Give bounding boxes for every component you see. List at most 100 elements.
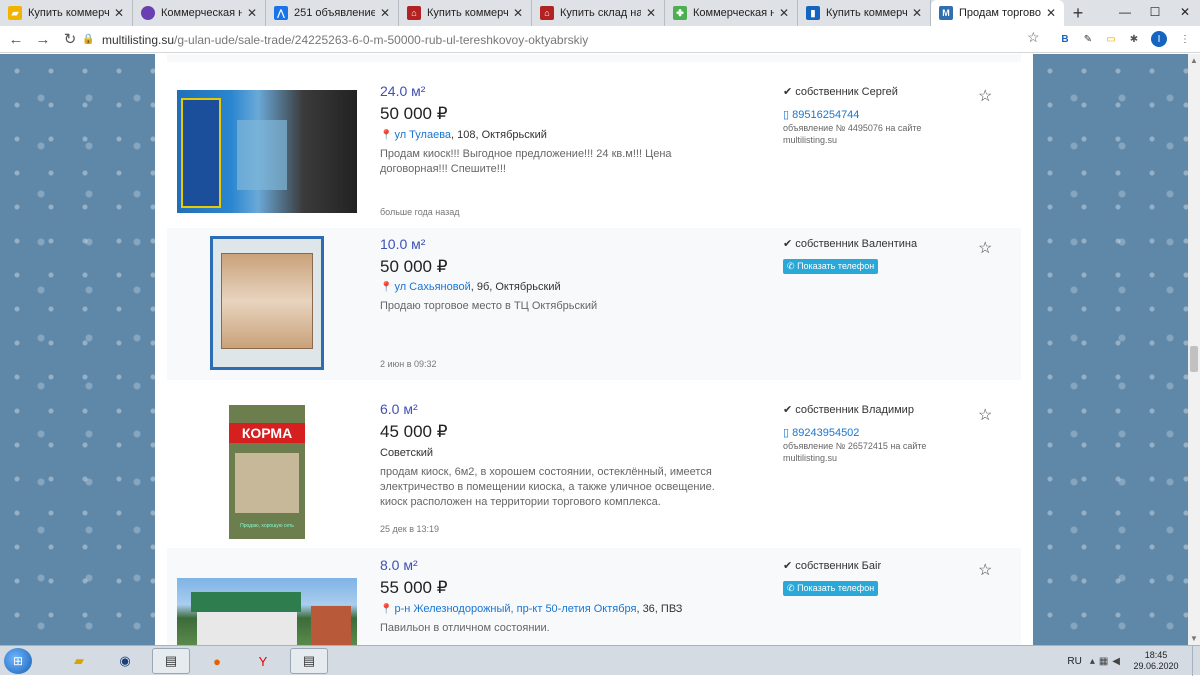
- listing-area[interactable]: 8.0 м²: [380, 557, 418, 573]
- extensions-puzzle-icon[interactable]: ✱: [1125, 30, 1143, 48]
- new-tab-button[interactable]: +: [1064, 0, 1092, 26]
- tab-6[interactable]: ▮ Купить коммерческ✕: [798, 0, 931, 26]
- listing-price: 50 000 ₽: [380, 257, 448, 276]
- close-icon[interactable]: ✕: [777, 6, 791, 20]
- folder-icon: ▰: [8, 6, 22, 20]
- extension-b-icon[interactable]: B: [1056, 30, 1074, 48]
- tab-7[interactable]: M Продам торговое п✕: [931, 0, 1064, 26]
- close-window-button[interactable]: ✕: [1170, 0, 1200, 24]
- listing-area[interactable]: 6.0 м²: [380, 401, 418, 417]
- close-icon[interactable]: ✕: [378, 6, 392, 20]
- street-link[interactable]: р-н Железнодорожный, пр-кт 50-летия Октя…: [394, 603, 636, 615]
- owner-label: ✔ собственник Валентина: [783, 237, 917, 250]
- show-phone-button[interactable]: ✆ Показать телефон: [783, 259, 879, 274]
- start-button[interactable]: ⊞: [4, 648, 32, 674]
- owner-label: ✔ собственник Сергей: [783, 85, 898, 98]
- listing-price: 45 000 ₽: [380, 422, 448, 441]
- tab-title: Купить коммерческ: [28, 7, 109, 19]
- listing-photo[interactable]: КОРМА Продаю, хорошую сеть: [229, 405, 305, 539]
- tab-1[interactable]: Коммерческая недв✕: [133, 0, 266, 26]
- tab-3[interactable]: ⌂ Купить коммерческ✕: [399, 0, 532, 26]
- window-app-icon[interactable]: ▤: [290, 648, 328, 674]
- web-page: 24.0 м² 50 000 ₽ 📍 ул Тулаева, 108, Октяб…: [0, 54, 1200, 645]
- forward-button[interactable]: →: [32, 28, 54, 50]
- tab-0[interactable]: ▰ Купить коммерческ✕: [0, 0, 133, 26]
- explorer-icon[interactable]: ▰: [60, 648, 98, 674]
- favorite-star-icon[interactable]: ☆: [978, 86, 992, 106]
- tab-4[interactable]: ⌂ Купить склад на ул✕: [532, 0, 665, 26]
- reload-button[interactable]: ↻: [59, 28, 81, 50]
- phone-number[interactable]: ▯ 89516254744: [783, 108, 859, 121]
- listing-area[interactable]: 24.0 м²: [380, 83, 425, 99]
- language-indicator[interactable]: RU: [1067, 656, 1081, 667]
- listing-address: 📍 ул Сахьяновой, 9б, Октябрьский: [380, 281, 561, 293]
- street-link[interactable]: ул Тулаева: [394, 129, 451, 141]
- firefox-icon[interactable]: ●: [198, 648, 236, 674]
- extension-pen-icon[interactable]: ✎: [1079, 30, 1097, 48]
- address-rest: , 9б, Октябрьский: [470, 281, 561, 293]
- bookmark-star-icon[interactable]: ☆: [1027, 29, 1040, 46]
- listing-photo[interactable]: [210, 236, 324, 370]
- clock[interactable]: 18:45 29.06.2020: [1124, 650, 1188, 672]
- street-link[interactable]: ул Сахьяновой: [394, 281, 470, 293]
- listing-description: продам киоск, 6м2, в хорошем состоянии, …: [380, 466, 715, 508]
- listing-card[interactable]: 24.0 м² 50 000 ₽ 📍 ул Тулаева, 108, Октяб…: [167, 74, 1021, 228]
- favorite-star-icon[interactable]: ☆: [978, 238, 992, 258]
- listing-area[interactable]: 10.0 м²: [380, 236, 425, 252]
- close-icon[interactable]: ✕: [112, 6, 126, 20]
- close-icon[interactable]: ✕: [910, 6, 924, 20]
- phone-text: 89516254744: [792, 109, 860, 121]
- close-icon[interactable]: ✕: [511, 6, 525, 20]
- address-rest: Советский: [380, 447, 434, 459]
- show-desktop-button[interactable]: [1192, 646, 1200, 676]
- close-icon[interactable]: ✕: [644, 6, 658, 20]
- close-icon[interactable]: ✕: [1044, 6, 1058, 20]
- network-icon[interactable]: ▦: [1099, 656, 1108, 667]
- yandex-browser-icon[interactable]: Y: [244, 648, 282, 674]
- favorite-star-icon[interactable]: ☆: [978, 560, 992, 580]
- close-icon[interactable]: ✕: [245, 6, 259, 20]
- listing-card[interactable]: КОРМА Продаю, хорошую сеть 6.0 м² 45 000…: [167, 397, 1021, 547]
- listing-address: Советский: [380, 447, 433, 459]
- minimize-button[interactable]: —: [1110, 0, 1140, 24]
- listing-card[interactable]: 8.0 м² 55 000 ₽ 📍 р-н Железнодорожный, пр…: [167, 548, 1021, 645]
- system-tray: RU ▴ ▦ ◀ 18:45 29.06.2020: [1067, 646, 1200, 676]
- phone-number[interactable]: ▯ 89243954502: [783, 426, 859, 439]
- phone-icon: ▯: [783, 109, 790, 121]
- tab-title: Купить коммерческ: [427, 7, 508, 19]
- listing-description: Продаю торговое место в ТЦ Октябрьский: [380, 300, 598, 312]
- favorite-star-icon[interactable]: ☆: [978, 405, 992, 425]
- scroll-down-icon[interactable]: ▼: [1190, 634, 1198, 643]
- scroll-up-icon[interactable]: ▲: [1190, 56, 1198, 65]
- check-icon: ✔: [783, 560, 793, 572]
- volume-icon[interactable]: ◀: [1112, 656, 1120, 667]
- tab-title: Коммерческая недв: [693, 7, 774, 19]
- address-bar[interactable]: 🔒 multilisting.su/g-ulan-ude/sale-trade/…: [82, 29, 1047, 50]
- page-scrollbar[interactable]: ▲ ▼: [1188, 54, 1200, 645]
- show-phone-button[interactable]: ✆ Показать телефон: [783, 581, 879, 596]
- window-app-icon[interactable]: ▤: [152, 648, 190, 674]
- owner-name: собственник Сергей: [795, 86, 898, 98]
- ad-number: объявление № 26572415 на сайте multilist…: [783, 441, 927, 463]
- tab-5[interactable]: ✤ Коммерческая недв✕: [665, 0, 798, 26]
- profile-avatar[interactable]: I: [1151, 31, 1167, 47]
- listing-price: 50 000 ₽: [380, 104, 448, 123]
- listing-card[interactable]: 10.0 м² 50 000 ₽ 📍 ул Сахьяновой, 9б, Окт…: [167, 228, 1021, 380]
- listing-photo[interactable]: [177, 578, 357, 645]
- hp-icon[interactable]: ◉: [106, 648, 144, 674]
- clock-date: 29.06.2020: [1133, 661, 1179, 671]
- back-button[interactable]: ←: [5, 28, 27, 50]
- kebab-menu-icon[interactable]: ⋮: [1176, 30, 1194, 48]
- listing-photo[interactable]: [177, 90, 357, 213]
- maximize-button[interactable]: ☐: [1140, 0, 1170, 24]
- tab-2[interactable]: ⋀ 251 объявление - К✕: [266, 0, 399, 26]
- house-icon: ⌂: [407, 6, 421, 20]
- scrollbar-thumb[interactable]: [1190, 346, 1198, 372]
- owner-label: ✔ собственник Баir: [783, 559, 881, 572]
- phone-icon: ✆: [787, 261, 795, 271]
- url-host: multilisting.su: [102, 32, 175, 47]
- pin-icon: 📍: [380, 130, 393, 141]
- tab-title: Купить склад на ул: [560, 7, 641, 19]
- tray-arrow-icon[interactable]: ▴: [1090, 656, 1095, 667]
- extension-note-icon[interactable]: ▭: [1102, 30, 1120, 48]
